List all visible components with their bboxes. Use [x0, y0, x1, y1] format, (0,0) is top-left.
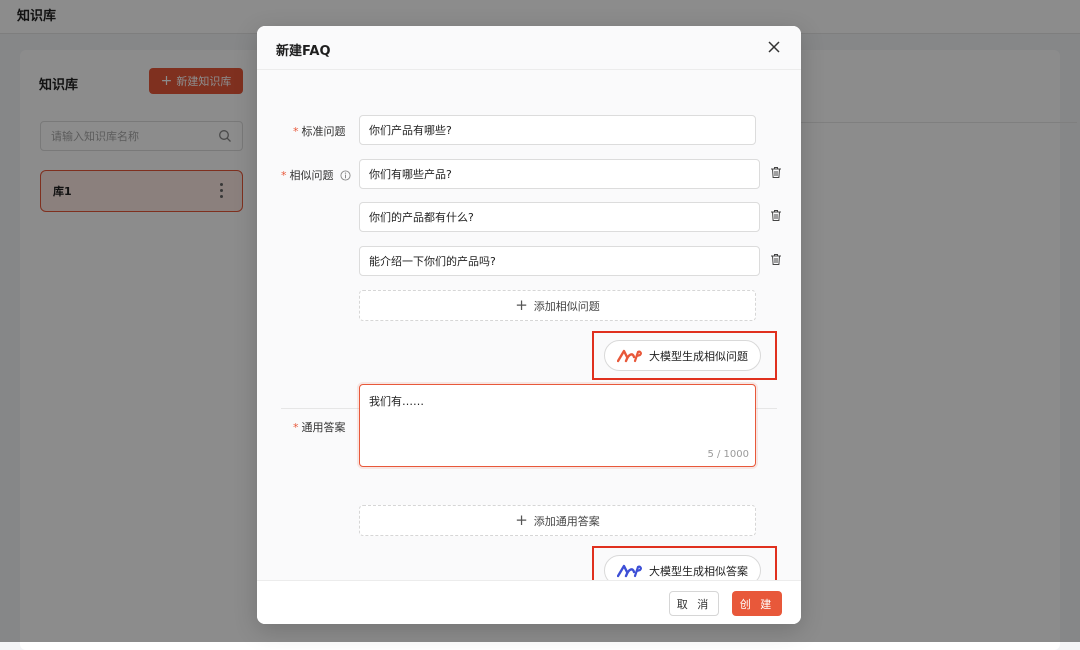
add-answer-button[interactable]: + 添加通用答案	[359, 505, 756, 536]
ai-logo-icon	[617, 564, 642, 577]
ai-generate-similar-questions-button[interactable]: 大模型生成相似问题	[604, 340, 761, 371]
info-icon[interactable]	[339, 169, 351, 181]
cancel-button[interactable]: 取 消	[669, 591, 719, 616]
similar-questions-label: * 相似问题	[281, 167, 351, 183]
modal-title: 新建FAQ	[276, 44, 331, 59]
required-mark: *	[293, 420, 299, 434]
create-button[interactable]: 创 建	[732, 591, 782, 616]
ai-logo-icon	[617, 349, 642, 362]
similar-question-input[interactable]: 你们有哪些产品?	[359, 159, 760, 189]
new-faq-modal: 新建FAQ * 标准问题 你们产品有哪些? * 相似问题 你们有哪些产品? 你们…	[257, 26, 801, 624]
standard-question-input[interactable]: 你们产品有哪些?	[359, 115, 756, 145]
plus-icon: +	[515, 511, 528, 529]
modal-body: * 标准问题 你们产品有哪些? * 相似问题 你们有哪些产品? 你们的产品都有什…	[257, 70, 801, 595]
required-mark: *	[293, 124, 299, 138]
trash-icon[interactable]	[770, 253, 782, 266]
similar-question-input[interactable]: 你们的产品都有什么?	[359, 202, 760, 232]
close-icon[interactable]	[767, 40, 781, 54]
character-counter: 5 / 1000	[707, 449, 749, 460]
standard-question-label: * 标准问题	[293, 124, 346, 139]
trash-icon[interactable]	[770, 166, 782, 179]
answer-textarea[interactable]: 我们有…… 5 / 1000	[359, 384, 756, 467]
answer-label: * 通用答案	[293, 420, 346, 435]
required-mark: *	[281, 168, 287, 182]
similar-question-input[interactable]: 能介绍一下你们的产品吗?	[359, 246, 760, 276]
modal-footer: 取 消 创 建	[257, 580, 801, 624]
trash-icon[interactable]	[770, 209, 782, 222]
plus-icon: +	[515, 296, 528, 314]
modal-header: 新建FAQ	[257, 26, 801, 70]
add-similar-question-button[interactable]: + 添加相似问题	[359, 290, 756, 321]
